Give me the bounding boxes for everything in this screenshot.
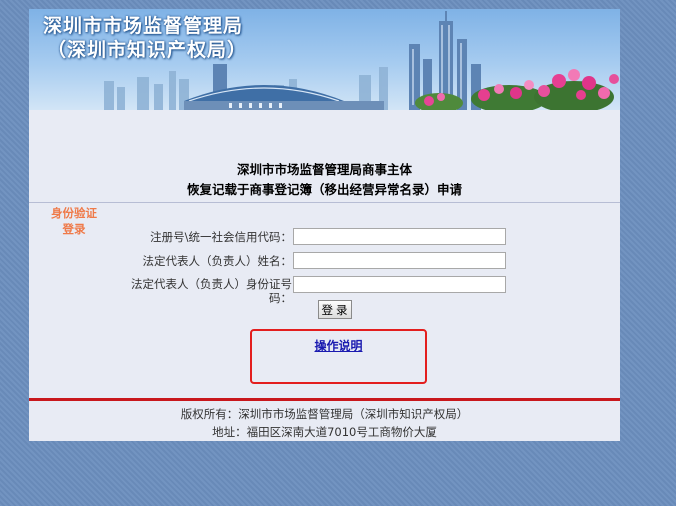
reg-no-label: 注册号\统一社会信用代码： — [150, 230, 292, 244]
sidebar-label-line1: 身份验证 — [51, 206, 97, 220]
footer-rule — [29, 398, 620, 401]
banner-title-line1: 深圳市市场监督管理局 — [43, 15, 244, 37]
rep-id-label-line1: 法定代表人（负责人）身份证号 — [131, 277, 292, 291]
rep-id-label-line2: 码： — [269, 291, 292, 305]
header-banner: 深圳市市场监督管理局 （深圳市知识产权局） — [29, 9, 620, 110]
form-row-reg-no: 注册号\统一社会信用代码： — [29, 227, 620, 247]
rep-id-input[interactable] — [293, 276, 506, 293]
operation-guide-link[interactable]: 操作说明 — [252, 337, 425, 354]
main-panel: 深圳市市场监督管理局 （深圳市知识产权局） 深圳市市场监督管理局商事主体 恢复记… — [29, 9, 620, 441]
rep-name-input[interactable] — [293, 252, 506, 269]
title-divider — [29, 202, 620, 203]
rep-name-label: 法定代表人（负责人）姓名： — [142, 254, 293, 268]
banner-title-line2: （深圳市知识产权局） — [47, 39, 248, 61]
banner-title: 深圳市市场监督管理局 （深圳市知识产权局） — [43, 14, 247, 62]
page-title: 深圳市市场监督管理局商事主体 恢复记载于商事登记簿（移出经营异常名录）申请 — [29, 160, 620, 200]
help-highlight-box: 操作说明 — [250, 329, 427, 384]
footer-copyright: 版权所有：深圳市市场监督管理局（深圳市知识产权局） — [180, 407, 469, 421]
page-title-line1: 深圳市市场监督管理局商事主体 — [236, 162, 412, 177]
form-row-rep-name: 法定代表人（负责人）姓名： — [29, 251, 620, 271]
footer-address: 地址：福田区深南大道7010号工商物价大厦 — [212, 425, 437, 439]
page-title-line2: 恢复记载于商事登记簿（移出经营异常名录）申请 — [186, 182, 462, 197]
rep-id-label: 法定代表人（负责人）身份证号 码： — [131, 277, 292, 305]
reg-no-input[interactable] — [293, 228, 506, 245]
login-button[interactable]: 登录 — [318, 300, 352, 319]
